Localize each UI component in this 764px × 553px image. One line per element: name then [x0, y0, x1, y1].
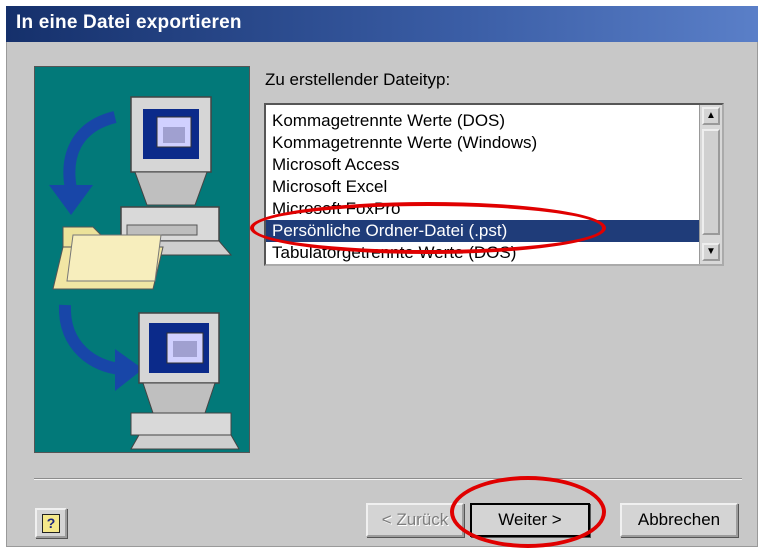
screenshot: In eine Datei exportieren Zu erstellende… [0, 0, 764, 553]
list-item[interactable]: Microsoft Access [270, 154, 696, 176]
list-item[interactable]: Kommagetrennte Werte (DOS) [270, 110, 696, 132]
scroll-up-arrow-icon[interactable]: ▲ [702, 107, 720, 125]
highlight-ring-next [450, 476, 606, 548]
scrollbar-thumb[interactable] [702, 129, 720, 235]
back-button-label: < Zurück [381, 510, 449, 529]
computer-icon-top [111, 96, 233, 256]
folder-icon [52, 226, 164, 290]
list-item[interactable]: Kommagetrennte Werte (Windows) [270, 132, 696, 154]
title-bar[interactable]: In eine Datei exportieren [6, 6, 758, 42]
scroll-down-arrow-icon[interactable]: ▼ [702, 243, 720, 261]
cancel-button[interactable]: Abbrechen [620, 503, 738, 537]
cancel-button-label: Abbrechen [637, 510, 721, 529]
export-illustration [34, 66, 250, 453]
list-scrollbar[interactable]: ▲ ▼ [699, 105, 722, 264]
separator-line [34, 478, 742, 480]
list-item[interactable]: Microsoft Excel [270, 176, 696, 198]
file-type-label: Zu erstellender Dateityp: [265, 70, 450, 90]
help-button[interactable]: ? [35, 508, 67, 538]
file-type-label-text: Zu erstellender Dateityp: [265, 70, 451, 89]
help-icon: ? [42, 514, 60, 533]
computer-icon-bottom [130, 312, 240, 450]
highlight-ring-list [250, 202, 606, 254]
dialog-title: In eine Datei exportieren [16, 12, 242, 33]
